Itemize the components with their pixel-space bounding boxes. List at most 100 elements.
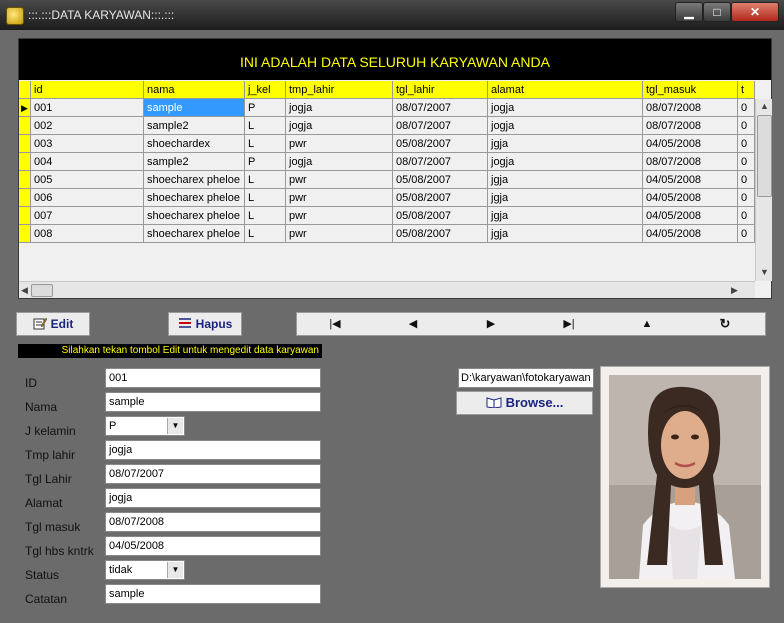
table-cell[interactable]: L: [245, 171, 286, 189]
column-header-jkel[interactable]: j_kel: [245, 81, 286, 99]
table-cell[interactable]: 05/08/2007: [393, 189, 488, 207]
table-cell[interactable]: jgja: [488, 189, 643, 207]
table-cell[interactable]: 006: [31, 189, 144, 207]
edit-button[interactable]: Edit: [16, 312, 90, 336]
vertical-scroll-thumb[interactable]: [757, 115, 772, 197]
tmp-lahir-field[interactable]: jogja: [105, 440, 321, 460]
table-cell[interactable]: 08/07/2007: [393, 117, 488, 135]
maximize-button[interactable]: □: [703, 2, 731, 22]
table-cell[interactable]: 008: [31, 225, 144, 243]
table-row[interactable]: 005 shoecharex pheloe L pwr 05/08/2007 j…: [19, 171, 759, 189]
table-cell[interactable]: L: [245, 225, 286, 243]
table-cell[interactable]: shoecharex pheloe: [144, 225, 245, 243]
column-header-tgl-lahir[interactable]: tgl_lahir: [393, 81, 488, 99]
scroll-up-arrow-icon[interactable]: ▲: [760, 101, 769, 111]
table-cell[interactable]: P: [245, 153, 286, 171]
table-cell[interactable]: jogja: [286, 153, 393, 171]
table-cell[interactable]: shoechardex: [144, 135, 245, 153]
table-cell[interactable]: pwr: [286, 135, 393, 153]
table-cell[interactable]: P: [245, 99, 286, 117]
post-edit-button[interactable]: ▲: [617, 313, 677, 335]
table-row[interactable]: ▶ 001 sample P jogja 08/07/2007 jogja 08…: [19, 99, 759, 117]
table-cell[interactable]: 04/05/2008: [643, 189, 738, 207]
table-cell[interactable]: 08/07/2007: [393, 99, 488, 117]
column-header-nama[interactable]: nama: [144, 81, 245, 99]
tgl-hbs-kntrk-field[interactable]: 04/05/2008: [105, 536, 321, 556]
table-cell[interactable]: L: [245, 207, 286, 225]
table-cell[interactable]: 0: [738, 135, 755, 153]
table-cell[interactable]: jogja: [488, 99, 643, 117]
table-cell[interactable]: 004: [31, 153, 144, 171]
hapus-button[interactable]: Hapus: [168, 312, 242, 336]
table-cell[interactable]: shoecharex pheloe: [144, 171, 245, 189]
column-header-truncated[interactable]: t: [738, 81, 755, 99]
table-cell[interactable]: pwr: [286, 189, 393, 207]
first-record-button[interactable]: |◀: [305, 313, 365, 335]
nama-field[interactable]: sample: [105, 392, 321, 412]
table-row[interactable]: 006 shoecharex pheloe L pwr 05/08/2007 j…: [19, 189, 759, 207]
tgl-masuk-field[interactable]: 08/07/2008: [105, 512, 321, 532]
table-cell[interactable]: jogja: [286, 117, 393, 135]
last-record-button[interactable]: ▶|: [539, 313, 599, 335]
table-cell[interactable]: 0: [738, 225, 755, 243]
table-cell[interactable]: sample2: [144, 117, 245, 135]
column-header-id[interactable]: id: [31, 81, 144, 99]
table-cell[interactable]: 05/08/2007: [393, 135, 488, 153]
table-cell[interactable]: 08/07/2008: [643, 153, 738, 171]
table-cell[interactable]: 0: [738, 171, 755, 189]
table-cell[interactable]: 05/08/2007: [393, 207, 488, 225]
table-cell-selected[interactable]: sample: [144, 99, 245, 117]
table-cell[interactable]: 08/07/2008: [643, 99, 738, 117]
table-cell[interactable]: 04/05/2008: [643, 225, 738, 243]
close-button[interactable]: ✕: [731, 2, 779, 22]
table-cell[interactable]: jgja: [488, 171, 643, 189]
next-record-button[interactable]: ▶: [461, 313, 521, 335]
catatan-field[interactable]: sample: [105, 584, 321, 604]
column-header-alamat[interactable]: alamat: [488, 81, 643, 99]
table-cell[interactable]: 0: [738, 189, 755, 207]
table-cell[interactable]: 0: [738, 207, 755, 225]
table-cell[interactable]: 04/05/2008: [643, 135, 738, 153]
table-cell[interactable]: L: [245, 189, 286, 207]
table-cell[interactable]: shoecharex pheloe: [144, 207, 245, 225]
table-cell[interactable]: L: [245, 135, 286, 153]
status-dropdown[interactable]: tidak ▼: [105, 560, 185, 580]
table-cell[interactable]: sample2: [144, 153, 245, 171]
table-cell[interactable]: pwr: [286, 171, 393, 189]
table-cell[interactable]: 001: [31, 99, 144, 117]
horizontal-scroll-thumb[interactable]: [31, 284, 53, 297]
table-cell[interactable]: 003: [31, 135, 144, 153]
table-cell[interactable]: 0: [738, 153, 755, 171]
table-cell[interactable]: shoecharex pheloe: [144, 189, 245, 207]
table-cell[interactable]: 002: [31, 117, 144, 135]
table-cell[interactable]: 05/08/2007: [393, 225, 488, 243]
table-cell[interactable]: jogja: [488, 153, 643, 171]
employee-data-grid[interactable]: INI ADALAH DATA SELURUH KARYAWAN ANDA id…: [18, 38, 772, 299]
table-row[interactable]: 008 shoecharex pheloe L pwr 05/08/2007 j…: [19, 225, 759, 243]
scroll-left-arrow-icon[interactable]: ◀: [21, 285, 28, 296]
column-header-tmp-lahir[interactable]: tmp_lahir: [286, 81, 393, 99]
tgl-lahir-field[interactable]: 08/07/2007: [105, 464, 321, 484]
table-cell[interactable]: jgja: [488, 135, 643, 153]
table-cell[interactable]: jogja: [488, 117, 643, 135]
minimize-button[interactable]: ▁: [675, 2, 703, 22]
table-cell[interactable]: L: [245, 117, 286, 135]
scroll-down-arrow-icon[interactable]: ▼: [760, 267, 769, 277]
table-cell[interactable]: 0: [738, 99, 755, 117]
table-cell[interactable]: pwr: [286, 207, 393, 225]
table-cell[interactable]: jgja: [488, 207, 643, 225]
refresh-button[interactable]: ↻: [695, 313, 755, 335]
table-cell[interactable]: 007: [31, 207, 144, 225]
table-row[interactable]: 004 sample2 P jogja 08/07/2007 jogja 08/…: [19, 153, 759, 171]
browse-button[interactable]: Browse...: [456, 391, 593, 415]
table-cell[interactable]: jgja: [488, 225, 643, 243]
photo-path-field[interactable]: D:\karyawan\fotokaryawan: [458, 368, 594, 388]
table-cell[interactable]: 08/07/2008: [643, 117, 738, 135]
table-cell[interactable]: pwr: [286, 225, 393, 243]
table-cell[interactable]: 05/08/2007: [393, 171, 488, 189]
column-header-tgl-masuk[interactable]: tgl_masuk: [643, 81, 738, 99]
table-row[interactable]: 002 sample2 L jogja 08/07/2007 jogja 08/…: [19, 117, 759, 135]
grid-vertical-scrollbar[interactable]: ▲ ▼: [755, 99, 772, 281]
chevron-down-icon[interactable]: ▼: [167, 418, 183, 434]
scroll-right-arrow-icon[interactable]: ▶: [731, 285, 738, 296]
